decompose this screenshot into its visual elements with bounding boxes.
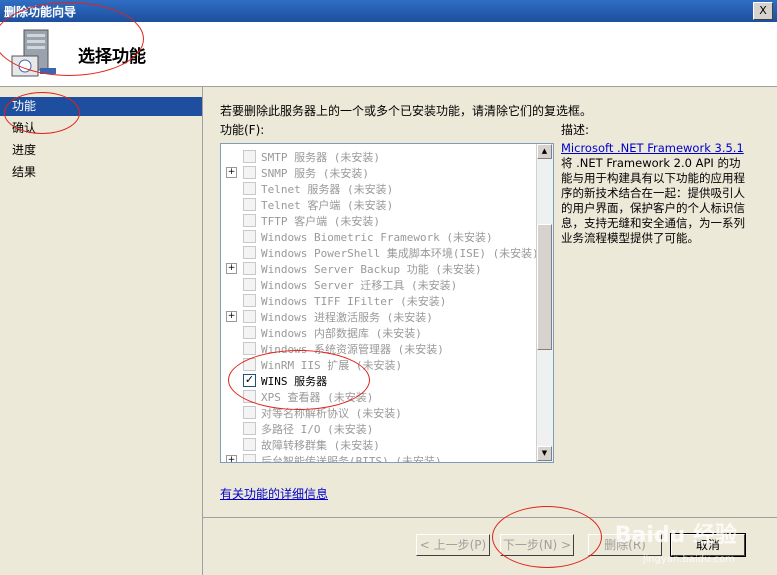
features-list-rows: SMTP 服务器 (未安装) + SNMP 服务 (未安装) Telnet 服务器 (… — [221, 144, 537, 462]
feature-row[interactable]: TFTP 客户端 (未安装) — [221, 212, 537, 228]
description-link[interactable]: Microsoft .NET Framework 3.5.1 — [561, 141, 744, 155]
feature-label: 多路径 I/O (未安装) — [261, 423, 374, 436]
feature-checkbox[interactable] — [243, 406, 256, 419]
expand-icon[interactable]: + — [226, 455, 237, 462]
feature-row[interactable]: SMTP 服务器 (未安装) — [221, 148, 537, 164]
feature-checkbox[interactable] — [243, 198, 256, 211]
expand-icon[interactable]: + — [226, 167, 237, 178]
features-label: 功能(F): — [220, 123, 265, 137]
description-panel: Microsoft .NET Framework 3.5.1 将 .NET Fr… — [561, 141, 751, 246]
watermark-url: jingyan.baidu.com — [642, 554, 735, 565]
feature-label: 故障转移群集 (未安装) — [261, 439, 380, 452]
features-list[interactable]: SMTP 服务器 (未安装) + SNMP 服务 (未安装) Telnet 服务器 (… — [220, 143, 554, 463]
feature-checkbox[interactable] — [243, 326, 256, 339]
feature-checkbox[interactable] — [243, 230, 256, 243]
feature-label: Windows Server 迁移工具 (未安装) — [261, 279, 458, 292]
feature-label: TFTP 客户端 (未安装) — [261, 215, 380, 228]
feature-label: Telnet 服务器 (未安装) — [261, 183, 394, 196]
nav-item-results: 结果 — [12, 165, 37, 179]
feature-row[interactable]: Windows 内部数据库 (未安装) — [221, 324, 537, 340]
wizard-window: 删除功能向导 X 选择功能 功能 确认 进度 结果 若要删除此服务器上的一个或多… — [0, 0, 777, 575]
close-button[interactable]: X — [753, 2, 773, 20]
watermark-logo: Baidu 经验 — [614, 523, 737, 548]
feature-label: Windows 内部数据库 (未安装) — [261, 327, 422, 340]
main-content: 若要删除此服务器上的一个或多个已安装功能，请清除它们的复选框。 功能(F): 描… — [203, 87, 777, 517]
instruction-text: 若要删除此服务器上的一个或多个已安装功能，请清除它们的复选框。 — [220, 104, 593, 118]
feature-row[interactable]: Telnet 客户端 (未安装) — [221, 196, 537, 212]
feature-row[interactable]: + Windows Server Backup 功能 (未安装) — [221, 260, 537, 276]
feature-row[interactable]: Windows PowerShell 集成脚本环境(ISE) (未安装) — [221, 244, 537, 260]
feature-row[interactable]: 故障转移群集 (未安装) — [221, 436, 537, 452]
feature-label: Windows 进程激活服务 (未安装) — [261, 311, 433, 324]
feature-checkbox[interactable] — [243, 342, 256, 355]
vertical-scrollbar[interactable]: ▲ ▼ — [536, 144, 553, 462]
feature-checkbox[interactable] — [243, 246, 256, 259]
feature-checkbox[interactable] — [243, 310, 256, 323]
feature-row[interactable]: + 后台智能传送服务(BITS) (未安装) — [221, 452, 537, 462]
feature-row[interactable]: Telnet 服务器 (未安装) — [221, 180, 537, 196]
feature-checkbox[interactable] — [243, 262, 256, 275]
feature-label: 后台智能传送服务(BITS) (未安装) — [261, 455, 442, 462]
annotation-circle-next — [492, 506, 602, 568]
feature-checkbox[interactable] — [243, 278, 256, 291]
scroll-up-button[interactable]: ▲ — [537, 144, 552, 159]
expand-icon[interactable]: + — [226, 263, 237, 274]
feature-row[interactable]: 多路径 I/O (未安装) — [221, 420, 537, 436]
scroll-down-button[interactable]: ▼ — [537, 446, 552, 461]
feature-checkbox[interactable] — [243, 454, 256, 462]
expand-icon[interactable]: + — [226, 311, 237, 322]
feature-label: Windows TIFF IFilter (未安装) — [261, 295, 447, 308]
feature-label: Telnet 客户端 (未安装) — [261, 199, 394, 212]
annotation-circle-wins — [228, 350, 370, 410]
feature-label: Windows Biometric Framework (未安装) — [261, 231, 493, 244]
more-info-link[interactable]: 有关功能的详细信息 — [220, 485, 328, 502]
description-label: 描述: — [561, 123, 590, 137]
annotation-circle-nav — [4, 92, 80, 134]
feature-checkbox[interactable] — [243, 294, 256, 307]
previous-button[interactable]: < 上一步(P) — [416, 534, 490, 556]
feature-checkbox[interactable] — [243, 166, 256, 179]
feature-label: Windows Server Backup 功能 (未安装) — [261, 263, 482, 276]
scroll-thumb[interactable] — [537, 224, 552, 350]
feature-label: Windows PowerShell 集成脚本环境(ISE) (未安装) — [261, 247, 537, 260]
feature-checkbox[interactable] — [243, 214, 256, 227]
feature-checkbox[interactable] — [243, 182, 256, 195]
feature-checkbox[interactable] — [243, 422, 256, 435]
feature-label: SMTP 服务器 (未安装) — [261, 151, 380, 164]
feature-label: SNMP 服务 (未安装) — [261, 167, 369, 180]
feature-row[interactable]: Windows Server 迁移工具 (未安装) — [221, 276, 537, 292]
nav-item-progress: 进度 — [12, 143, 37, 157]
wizard-steps-nav: 功能 确认 进度 结果 — [0, 87, 203, 575]
annotation-circle-title — [0, 2, 144, 76]
feature-checkbox[interactable] — [243, 438, 256, 451]
feature-row[interactable]: + SNMP 服务 (未安装) — [221, 164, 537, 180]
description-text: 将 .NET Framework 2.0 API 的功能与用于构建具有以下功能的… — [561, 156, 745, 245]
feature-checkbox[interactable] — [243, 150, 256, 163]
feature-row[interactable]: Windows Biometric Framework (未安装) — [221, 228, 537, 244]
feature-row[interactable]: Windows TIFF IFilter (未安装) — [221, 292, 537, 308]
feature-row[interactable]: + Windows 进程激活服务 (未安装) — [221, 308, 537, 324]
